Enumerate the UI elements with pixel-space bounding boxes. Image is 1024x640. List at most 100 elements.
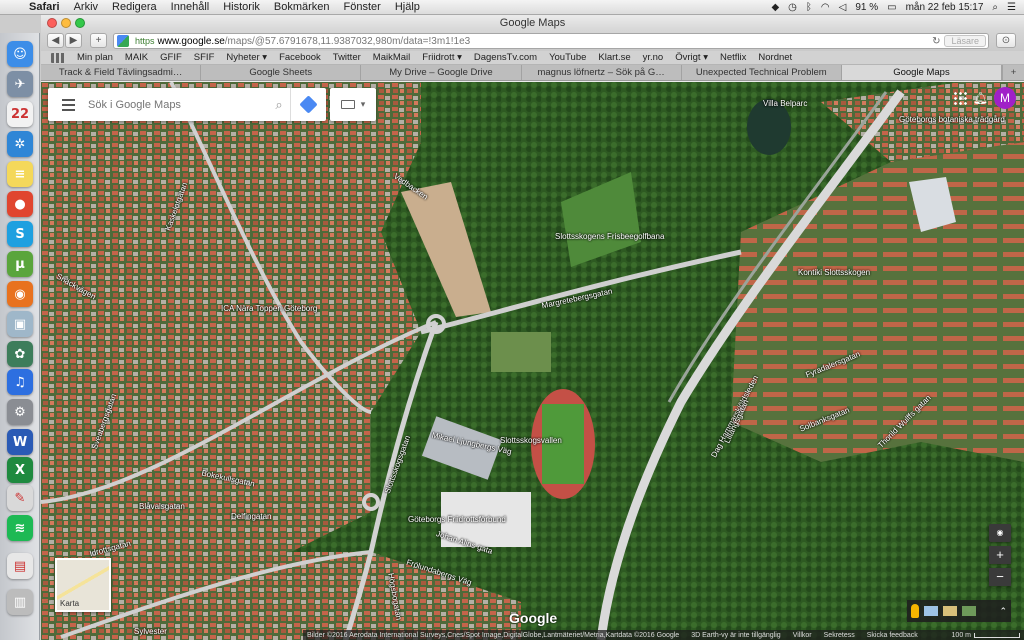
zoom-out-button[interactable]: − <box>989 568 1011 586</box>
imagery-thumbnail[interactable] <box>924 606 938 616</box>
bookmark-item[interactable]: Twitter <box>327 52 367 63</box>
maps-search-input[interactable] <box>88 98 268 111</box>
show-all-bookmarks-icon[interactable] <box>51 52 65 63</box>
itunes-icon[interactable]: ♫ <box>7 369 33 395</box>
chrome-icon[interactable]: ● <box>7 191 33 217</box>
reader-button[interactable]: Läsare <box>944 35 986 47</box>
excel-icon[interactable]: X <box>7 457 33 483</box>
map-place-label[interactable]: Göteborgs botaniska trädgård <box>899 115 1005 124</box>
bookmark-item[interactable]: MaikMail <box>367 52 416 63</box>
imagery-thumbnail[interactable] <box>962 606 976 616</box>
privacy-link[interactable]: Sekretess <box>824 632 855 639</box>
menu-hjalp[interactable]: Hjälp <box>388 1 427 13</box>
preview-icon[interactable]: ▣ <box>7 311 33 337</box>
calendar-icon[interactable]: 22 <box>7 101 33 127</box>
photos-icon[interactable]: ✿ <box>7 341 33 367</box>
bookmark-item[interactable]: Övrigt ▾ <box>669 52 714 63</box>
skype-icon[interactable]: S <box>7 221 33 247</box>
spotlight-icon[interactable]: ⌕ <box>992 2 998 13</box>
map-type-toggle[interactable]: Karta <box>55 558 111 612</box>
downloads-button[interactable]: ⊙ <box>996 33 1016 48</box>
finder-icon[interactable]: ☺ <box>7 41 33 67</box>
volume-icon[interactable]: ◁ <box>839 2 847 13</box>
bookmark-item[interactable]: yr.no <box>637 52 670 63</box>
forward-button[interactable]: ▶ <box>65 33 82 48</box>
directions-button[interactable] <box>290 88 326 121</box>
bookmark-item[interactable]: YouTube <box>543 52 592 63</box>
map-place-label[interactable]: Slottsskogens Frisbeegolfbana <box>555 232 664 241</box>
firefox-icon[interactable]: ◉ <box>7 281 33 307</box>
menu-arkiv[interactable]: Arkiv <box>67 1 105 13</box>
bookmark-item[interactable]: Friidrott ▾ <box>416 52 468 63</box>
menu-app-name[interactable]: Safari <box>22 1 67 13</box>
menu-historik[interactable]: Historik <box>216 1 267 13</box>
bookmark-item[interactable]: GFIF <box>154 52 188 63</box>
menu-fonster[interactable]: Fönster <box>337 1 388 13</box>
imagery-thumbnail[interactable] <box>943 606 957 616</box>
bookmark-item[interactable]: Nyheter ▾ <box>220 52 273 63</box>
map-place-label[interactable]: Blåvalsgatan <box>139 502 185 511</box>
map-place-label[interactable]: ICA Nära Toppen Göteborg <box>221 304 317 313</box>
map-place-label[interactable]: Slottsskogsvallen <box>500 436 562 445</box>
input-tools-button[interactable]: ▾ <box>330 88 376 121</box>
maps-search-box[interactable]: ⌕ <box>48 88 326 121</box>
safari-icon[interactable]: ✲ <box>7 131 33 157</box>
satellite-map[interactable]: Villa Belparc Göteborgs botaniska trädgår… <box>41 82 1024 640</box>
new-tab-button[interactable]: + <box>90 33 107 48</box>
bookmark-item[interactable]: Min plan <box>71 52 119 63</box>
time-machine-icon[interactable]: ◷ <box>788 2 797 13</box>
notification-center-icon[interactable]: ☰ <box>1007 2 1016 13</box>
bookmark-item[interactable]: Netflix <box>714 52 752 63</box>
address-bar[interactable]: https www.google.se /maps/@57.6791678,11… <box>113 33 989 49</box>
browser-tab[interactable]: magnus löfnertz – Sök på G… <box>522 65 682 80</box>
battery-status[interactable]: 91 % <box>855 2 878 13</box>
map-place-label[interactable]: Villa Belparc <box>763 99 807 108</box>
my-location-icon[interactable]: ◉ <box>989 524 1011 542</box>
bookmark-item[interactable]: Nordnet <box>752 52 798 63</box>
zoom-window-icon[interactable] <box>75 18 85 28</box>
browser-tab[interactable]: Unexpected Technical Problem <box>682 65 842 80</box>
bookmark-item[interactable]: SFIF <box>188 52 221 63</box>
bookmark-item[interactable]: MAIK <box>119 52 154 63</box>
clock[interactable]: mån 22 feb 15:17 <box>906 2 984 13</box>
notes-icon[interactable]: ≡ <box>7 161 33 187</box>
apps-grid-icon[interactable] <box>952 91 967 105</box>
map-place-label[interactable]: Kontiki Slottsskogen <box>798 268 870 277</box>
zoom-in-button[interactable]: + <box>989 546 1011 564</box>
back-button[interactable]: ◀ <box>47 33 64 48</box>
browser-tab[interactable]: My Drive – Google Drive <box>361 65 522 80</box>
menu-redigera[interactable]: Redigera <box>105 1 164 13</box>
bookmark-item[interactable]: DagensTv.com <box>468 52 543 63</box>
map-place-label[interactable]: Delfingatan <box>231 512 271 521</box>
system-preferences-icon[interactable]: ⚙ <box>7 399 33 425</box>
hamburger-menu-icon[interactable] <box>48 98 88 111</box>
map-place-label[interactable]: Göteborgs Friidrottsförbund <box>408 515 506 524</box>
search-icon[interactable]: ⌕ <box>268 97 290 113</box>
satellite-imagery[interactable] <box>41 82 1024 640</box>
pegman-icon[interactable] <box>911 604 919 618</box>
scale-bar[interactable]: 100 m <box>952 632 1020 639</box>
launchpad-icon[interactable]: ✈ <box>7 71 33 97</box>
bookmark-item[interactable]: Klart.se <box>592 52 636 63</box>
close-window-icon[interactable] <box>47 18 57 28</box>
menu-innehall[interactable]: Innehåll <box>164 1 217 13</box>
menu-bokmarken[interactable]: Bokmärken <box>267 1 337 13</box>
minimize-window-icon[interactable] <box>61 18 71 28</box>
trash-icon[interactable]: ▥ <box>7 589 33 615</box>
expand-icon[interactable]: ⌃ <box>999 606 1007 617</box>
dropbox-icon[interactable]: ◆ <box>771 2 779 13</box>
browser-tab[interactable]: Google Maps <box>841 65 1003 80</box>
reload-icon[interactable]: ↻ <box>932 36 940 47</box>
word-icon[interactable]: W <box>7 429 33 455</box>
terms-link[interactable]: Villkor <box>793 632 812 639</box>
documents-icon[interactable]: ▤ <box>7 553 33 579</box>
bluetooth-icon[interactable]: ᛒ <box>806 2 812 13</box>
notifications-icon[interactable]: 🔔︎ <box>973 91 988 105</box>
wifi-icon[interactable]: ◠ <box>821 2 830 13</box>
map-place-label[interactable]: Sylvester <box>134 627 167 636</box>
bookmark-item[interactable]: Facebook <box>273 52 327 63</box>
feedback-link[interactable]: Skicka feedback <box>867 632 918 639</box>
utorrent-icon[interactable]: µ <box>7 251 33 277</box>
spotify-icon[interactable]: ≋ <box>7 515 33 541</box>
avatar[interactable]: M <box>994 87 1016 109</box>
